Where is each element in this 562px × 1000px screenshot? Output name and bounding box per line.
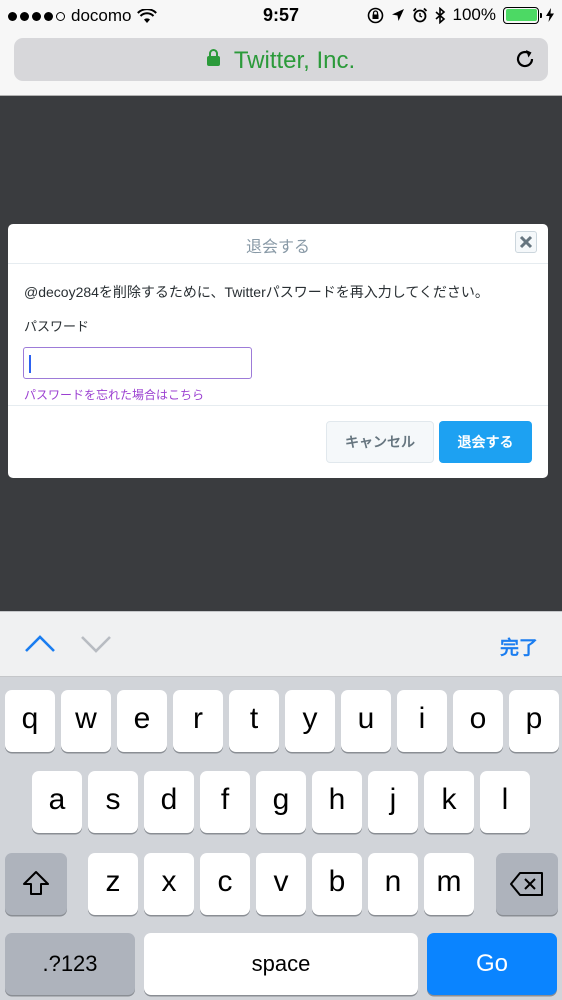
reload-icon[interactable]	[514, 48, 536, 70]
key-m[interactable]: m	[424, 853, 474, 915]
rotation-lock-icon	[367, 7, 383, 23]
password-input[interactable]	[23, 347, 252, 379]
previous-field-icon[interactable]	[24, 634, 56, 654]
dialog-header: 退会する	[8, 224, 548, 264]
close-button[interactable]	[515, 231, 537, 253]
lock-icon	[206, 49, 220, 66]
key-w[interactable]: w	[61, 690, 111, 752]
key-q[interactable]: q	[5, 690, 55, 752]
key-g[interactable]: g	[256, 771, 306, 833]
dialog-footer: キャンセル 退会する	[8, 405, 548, 478]
keyboard-accessory-bar: 完了	[0, 611, 562, 677]
key-p[interactable]: p	[509, 690, 559, 752]
password-label: パスワード	[24, 319, 90, 334]
address-bar[interactable]: Twitter, Inc.	[14, 38, 548, 81]
done-button[interactable]: 完了	[500, 633, 538, 660]
key-d[interactable]: d	[144, 771, 194, 833]
location-icon	[391, 9, 404, 21]
backspace-icon	[510, 872, 543, 896]
alarm-icon	[412, 7, 427, 23]
shift-icon	[23, 871, 49, 895]
battery-percent: 100%	[452, 5, 496, 24]
key-t[interactable]: t	[229, 690, 279, 752]
text-caret	[29, 355, 31, 373]
key-y[interactable]: y	[285, 690, 335, 752]
space-key[interactable]: space	[144, 933, 418, 995]
address-bar-title[interactable]: Twitter, Inc.	[14, 47, 548, 75]
site-title: Twitter, Inc.	[233, 47, 356, 74]
dialog-body: @decoy284を削除するために、Twitterパスワードを再入力してください…	[8, 264, 548, 403]
browser-toolbar: Twitter, Inc.	[0, 32, 562, 96]
status-right: 100%	[367, 5, 554, 25]
cancel-button[interactable]: キャンセル	[326, 421, 434, 463]
key-c[interactable]: c	[200, 853, 250, 915]
go-key[interactable]: Go	[427, 933, 557, 995]
key-r[interactable]: r	[173, 690, 223, 752]
key-z[interactable]: z	[88, 853, 138, 915]
battery-icon	[503, 6, 542, 24]
next-field-icon[interactable]	[80, 634, 112, 654]
key-u[interactable]: u	[341, 690, 391, 752]
status-bar: docomo 9:57 100%	[0, 0, 562, 32]
keyboard: q w e r t y u i o p a s d f g h j k l z …	[0, 677, 562, 1000]
key-l[interactable]: l	[480, 771, 530, 833]
deactivate-button[interactable]: 退会する	[439, 421, 532, 463]
forgot-password-link[interactable]: パスワードを忘れた場合はこちら	[24, 386, 532, 403]
backspace-key[interactable]	[496, 853, 558, 915]
dialog-message: @decoy284を削除するために、Twitterパスワードを再入力してください…	[24, 284, 489, 300]
key-a[interactable]: a	[32, 771, 82, 833]
key-f[interactable]: f	[200, 771, 250, 833]
key-j[interactable]: j	[368, 771, 418, 833]
key-x[interactable]: x	[144, 853, 194, 915]
bluetooth-icon	[434, 6, 445, 24]
key-o[interactable]: o	[453, 690, 503, 752]
key-h[interactable]: h	[312, 771, 362, 833]
key-n[interactable]: n	[368, 853, 418, 915]
key-v[interactable]: v	[256, 853, 306, 915]
key-e[interactable]: e	[117, 690, 167, 752]
charging-icon	[546, 8, 554, 22]
key-k[interactable]: k	[424, 771, 474, 833]
close-icon	[519, 235, 533, 249]
shift-key[interactable]	[5, 853, 67, 915]
dialog-title: 退会する	[245, 239, 310, 256]
deactivate-dialog: 退会する @decoy284を削除するために、Twitterパスワードを再入力し…	[8, 224, 548, 478]
key-s[interactable]: s	[88, 771, 138, 833]
key-i[interactable]: i	[397, 690, 447, 752]
numbers-key[interactable]: .?123	[5, 933, 135, 995]
key-b[interactable]: b	[312, 853, 362, 915]
